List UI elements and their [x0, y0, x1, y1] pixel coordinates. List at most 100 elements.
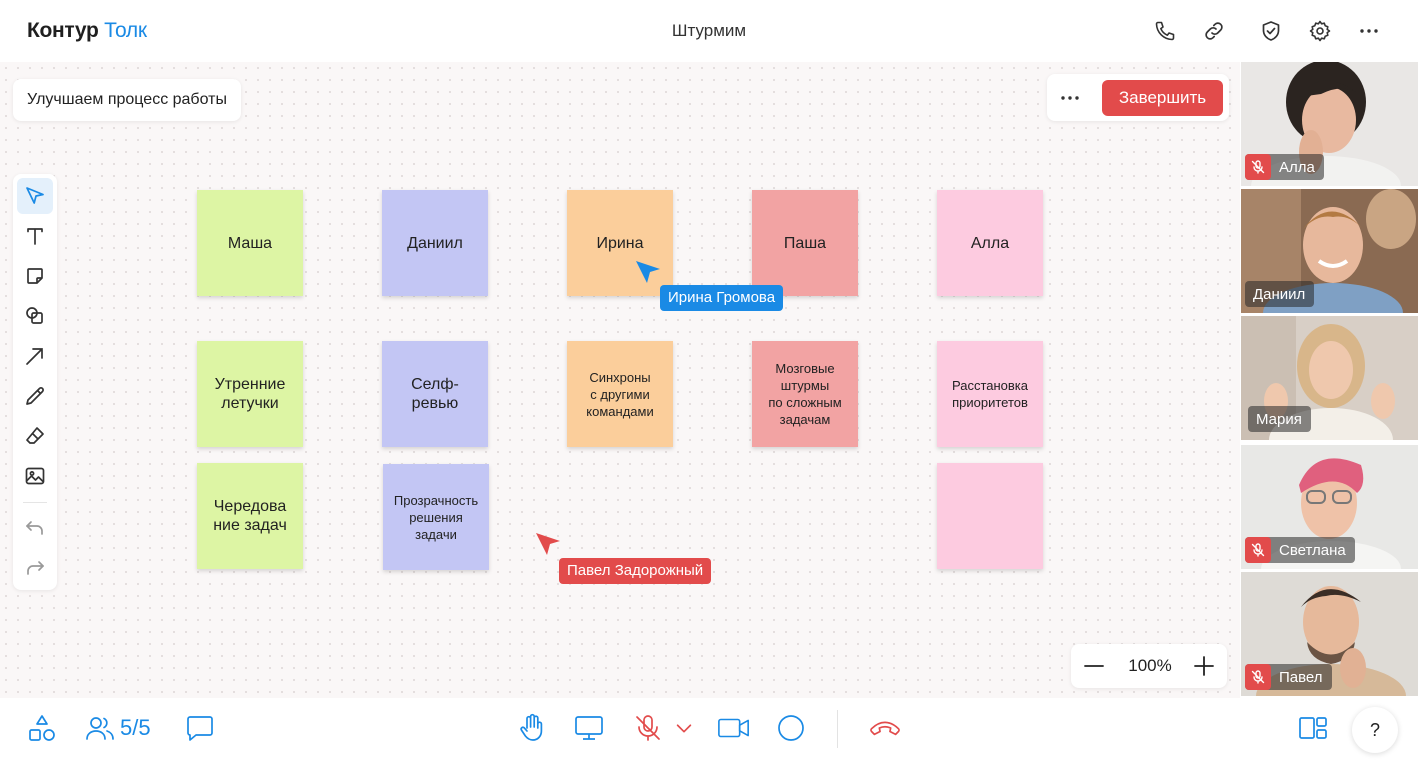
apps-button[interactable] [26, 711, 58, 745]
phone-hangup-icon [870, 721, 900, 736]
eraser-tool[interactable] [17, 418, 53, 454]
redo-icon [27, 561, 44, 575]
sticky-note[interactable]: Маша [197, 190, 303, 296]
whiteboard-canvas[interactable]: Улучшаем процесс работы Завершить Маша Д… [0, 62, 1240, 698]
sticky-note[interactable]: Чередова ние задач [197, 463, 303, 569]
image-icon [25, 467, 45, 485]
raise-hand-button[interactable] [516, 711, 548, 745]
sticky-note[interactable]: Синхроны с другими командами [567, 341, 673, 447]
text-icon [27, 228, 43, 245]
sticky-note[interactable]: Даниил [382, 190, 488, 296]
participant-name: Мария [1256, 410, 1302, 428]
sticky-note[interactable]: Селф- ревью [382, 341, 488, 447]
mic-off-badge [1245, 664, 1271, 690]
layout-switch-button[interactable] [1297, 711, 1329, 745]
record-button[interactable] [775, 711, 807, 745]
participant-name: Светлана [1279, 541, 1346, 559]
zoom-level: 100% [1128, 656, 1172, 675]
link-icon [1205, 22, 1223, 40]
redo-button[interactable] [17, 550, 53, 586]
phone-button[interactable] [1151, 17, 1179, 45]
chat-button[interactable] [184, 711, 216, 745]
sticky-note[interactable]: Паша [752, 190, 858, 296]
video-tile-svetlana[interactable]: Светлана [1241, 445, 1418, 569]
sticky-note-icon [27, 268, 43, 284]
image-tool[interactable] [17, 458, 53, 494]
video-tile-daniil[interactable]: Даниил [1241, 189, 1418, 313]
participant-name-tag: Мария [1248, 406, 1311, 432]
video-tile-maria[interactable]: Мария [1241, 316, 1418, 440]
participant-name: Алла [1279, 158, 1315, 176]
participant-name-tag: Павел [1245, 664, 1332, 690]
board-actions: Завершить [1047, 74, 1229, 121]
mic-off-badge [1245, 154, 1271, 180]
zoom-out-button[interactable] [1079, 651, 1109, 681]
video-tile-alla[interactable]: Алла [1241, 62, 1418, 186]
shield-check-icon [1262, 21, 1280, 41]
settings-button[interactable] [1306, 17, 1334, 45]
participants-button[interactable]: 5/5 [84, 711, 151, 745]
finish-button[interactable]: Завершить [1102, 80, 1223, 116]
bottom-control-bar: 5/5 ? [0, 698, 1418, 760]
sticky-note[interactable]: Мозговые штурмы по сложным задачам [752, 341, 858, 447]
participant-name: Павел [1279, 668, 1323, 686]
sticky-note[interactable]: Прозрачность решения задачи [383, 464, 489, 570]
remote-cursor-label: Павел Задорожный [559, 558, 712, 584]
undo-button[interactable] [17, 510, 53, 546]
people-icon [86, 717, 114, 740]
board-more-button[interactable] [1055, 84, 1085, 112]
sticky-note[interactable] [937, 463, 1043, 569]
mic-off-icon [1251, 160, 1265, 174]
participant-name-tag: Даниил [1245, 281, 1315, 307]
hang-up-button[interactable] [869, 711, 901, 745]
video-tile-pavel[interactable]: Павел [1241, 572, 1418, 696]
participant-name-tag: Светлана [1245, 537, 1355, 563]
text-tool[interactable] [17, 218, 53, 254]
shapes-icon [26, 307, 43, 324]
remote-cursor-icon [536, 533, 560, 555]
layout-icon [1299, 717, 1327, 739]
shapes-tool[interactable] [17, 298, 53, 334]
bar-divider [837, 710, 838, 748]
help-button[interactable]: ? [1352, 707, 1398, 753]
participant-name-tag: Алла [1245, 154, 1324, 180]
microphone-options-button[interactable] [672, 711, 696, 745]
sticky-note[interactable]: Алла [937, 190, 1043, 296]
microphone-toggle-button[interactable] [632, 711, 664, 745]
chat-icon [187, 716, 213, 741]
more-menu-button[interactable] [1355, 17, 1383, 45]
app-window: Контур Толк Штурмим Улучшаем процесс раб… [0, 0, 1418, 760]
arrow-tool[interactable] [17, 338, 53, 374]
camera-toggle-button[interactable] [717, 711, 751, 745]
zoom-control: 100% [1071, 644, 1227, 688]
video-camera-icon [718, 718, 749, 738]
gear-icon [1309, 20, 1331, 42]
board-title[interactable]: Улучшаем процесс работы [13, 79, 241, 121]
sticky-note-tool[interactable] [17, 258, 53, 294]
more-horizontal-icon [1061, 96, 1079, 100]
undo-icon [26, 521, 43, 535]
eraser-icon [26, 427, 44, 444]
remote-cursor-label: Ирина Громова [660, 285, 784, 311]
more-horizontal-icon [1360, 29, 1378, 33]
security-button[interactable] [1257, 17, 1285, 45]
sticky-note[interactable]: Утренние летучки [197, 341, 303, 447]
zoom-in-button[interactable] [1189, 651, 1219, 681]
pen-tool[interactable] [17, 378, 53, 414]
shapes-apps-icon [29, 715, 55, 741]
circle-icon [778, 715, 804, 741]
chevron-down-icon [676, 724, 692, 733]
toolbar-divider [23, 502, 47, 503]
arrow-icon [26, 348, 43, 365]
screen-share-button[interactable] [573, 711, 605, 745]
minus-icon [1084, 665, 1104, 667]
monitor-icon [575, 716, 603, 740]
copy-link-button[interactable] [1200, 17, 1228, 45]
mic-off-icon [1251, 543, 1265, 557]
pencil-icon [26, 387, 44, 405]
participants-video-panel: Алла Даниил Мария Светлана Павел [1240, 62, 1418, 698]
plus-icon [1194, 656, 1214, 676]
sticky-note[interactable]: Расстановка приоритетов [937, 341, 1043, 447]
select-tool[interactable] [17, 178, 53, 214]
mic-off-icon [1251, 670, 1265, 684]
